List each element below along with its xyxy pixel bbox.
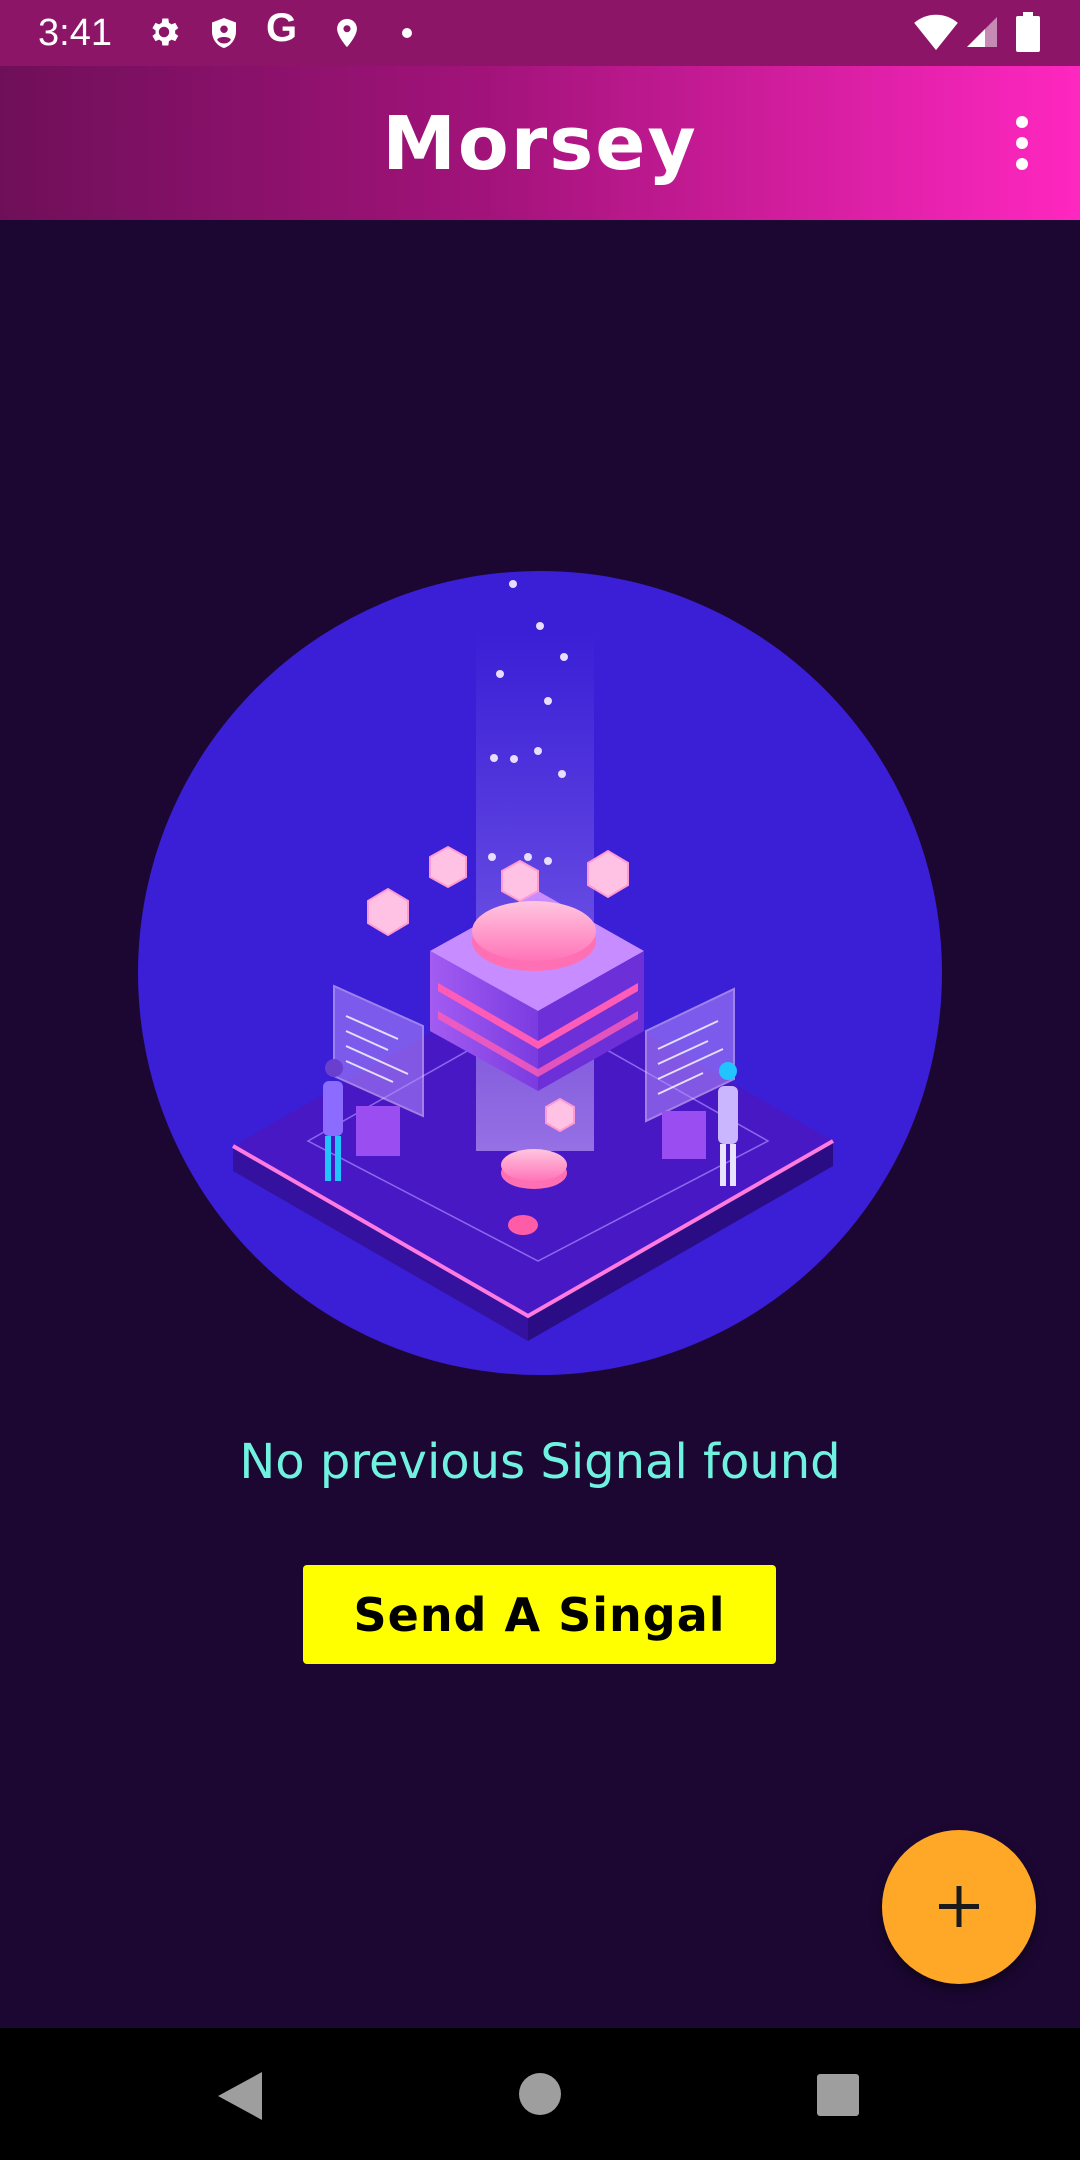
status-bar: 3:41 G (0, 0, 1080, 66)
isometric-server-illustration (138, 571, 942, 1375)
system-nav-bar (0, 2028, 1080, 2160)
dot-icon (402, 28, 412, 38)
recents-icon[interactable] (817, 2074, 859, 2116)
wifi-icon (914, 14, 958, 51)
app-title: Morsey (382, 101, 698, 187)
home-icon[interactable] (519, 2073, 561, 2115)
google-icon: G (266, 6, 298, 50)
status-time: 3:41 (38, 12, 112, 54)
app-bar: Morsey (0, 66, 1080, 220)
add-fab-button[interactable] (882, 1830, 1036, 1984)
plus-icon (939, 1886, 979, 1927)
battery-icon (1016, 12, 1040, 52)
more-vert-icon[interactable] (1006, 116, 1040, 170)
empty-state-message: No previous Signal found (239, 1434, 841, 1490)
send-signal-button[interactable]: Send A Singal (303, 1565, 776, 1664)
gear-icon (152, 18, 179, 46)
location-pin-icon (337, 18, 357, 48)
back-icon[interactable] (218, 2072, 262, 2120)
shield-icon (212, 18, 236, 48)
signal-icon (967, 17, 997, 47)
